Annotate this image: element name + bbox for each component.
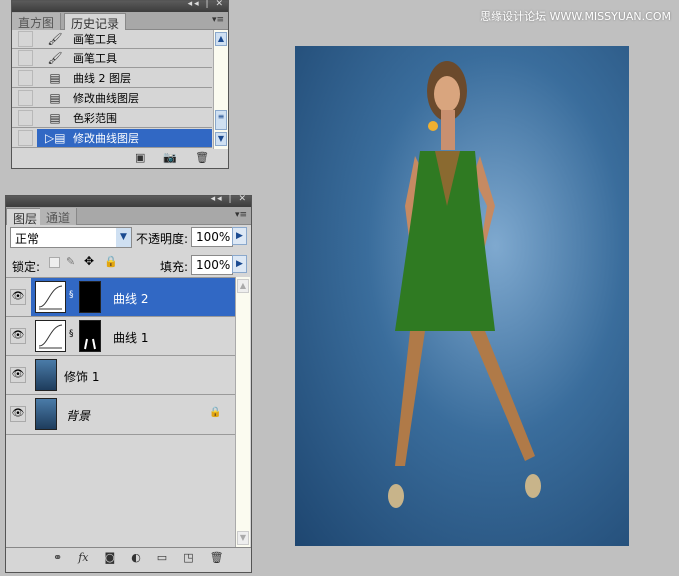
scroll-thumb[interactable]: ≡ [215, 110, 227, 130]
fx-icon[interactable]: fx [78, 551, 88, 564]
curves-thumbnail [35, 320, 66, 352]
layer-name[interactable]: 修饰 1 [64, 368, 99, 385]
collapse-close-icon[interactable]: ◂◂ | ✕ [211, 194, 248, 204]
watermark: 思缘设计论坛 WWW.MISSYUAN.COM [480, 10, 671, 23]
lock-label: 锁定: [12, 260, 41, 274]
tab-channels[interactable]: 通道 [40, 208, 78, 225]
history-item-label: 修改曲线图层 [73, 92, 139, 105]
scroll-up-button[interactable]: ▲ [237, 279, 249, 293]
snapshot-checkbox[interactable] [18, 50, 33, 66]
link-icon: § [69, 329, 74, 339]
history-item-label: 画笔工具 [73, 33, 117, 46]
panel-menu-icon[interactable]: ▾≡ [212, 15, 224, 25]
adjustment-layer-icon[interactable]: ◐ [131, 551, 141, 564]
snapshot-checkbox[interactable] [18, 110, 33, 126]
mask-thumbnail [79, 320, 101, 352]
history-item-label: 修改曲线图层 [73, 132, 139, 145]
scroll-down-button[interactable]: ▼ [237, 531, 249, 545]
snapshot-checkbox[interactable] [18, 31, 33, 47]
curves-thumbnail [35, 281, 66, 313]
layers-scrollbar[interactable]: ▲ ▼ [235, 277, 250, 547]
history-item[interactable]: 🖌 画笔工具 [12, 30, 212, 49]
scroll-down-button[interactable]: ▼ [215, 132, 227, 146]
snapshot-checkbox[interactable] [18, 130, 33, 146]
brush-icon: 🖌 [47, 32, 63, 46]
fill-label: 填充: [160, 260, 189, 274]
new-document-from-state-icon[interactable]: ▣ [135, 151, 145, 164]
history-state-icon: ▷▤ [45, 131, 66, 145]
layer-name[interactable]: 曲线 2 [113, 290, 148, 307]
panel-menu-icon[interactable]: ▾≡ [235, 210, 247, 220]
snapshot-checkbox[interactable] [18, 70, 33, 86]
visibility-eye-icon[interactable]: 👁 [10, 289, 26, 305]
new-group-icon[interactable]: ▭ [157, 551, 167, 564]
opacity-input[interactable]: 100% [191, 227, 233, 247]
history-state-icon: ▤ [49, 111, 61, 125]
canvas-photo[interactable] [295, 46, 629, 546]
history-item-label: 曲线 2 图层 [73, 72, 131, 85]
opacity-label: 不透明度: [136, 232, 189, 246]
blend-mode-value: 正常 [15, 232, 40, 246]
brush-icon: 🖌 [47, 51, 63, 65]
opacity-slider-button[interactable]: ▶ [232, 227, 247, 245]
visibility-eye-icon[interactable]: 👁 [10, 367, 26, 383]
layer-row[interactable]: 👁 背景 🔒 [6, 395, 235, 435]
layer-row-selected[interactable]: 👁 § 曲线 2 [6, 278, 235, 317]
chevron-down-icon: ▼ [116, 228, 131, 247]
scroll-up-button[interactable]: ▲ [215, 32, 227, 46]
history-scrollbar[interactable]: ▲ ≡ ▼ [213, 30, 228, 149]
tab-history[interactable]: 历史记录 [64, 13, 127, 31]
lock-icon: 🔒 [209, 407, 222, 418]
fill-input[interactable]: 100% [191, 255, 233, 275]
layer-thumbnail [35, 359, 57, 391]
panel-titlebar[interactable]: ◂◂ | ✕ [6, 194, 251, 207]
link-layers-icon[interactable]: ⚭ [53, 551, 62, 564]
lock-image-icon[interactable]: ✎ [66, 255, 75, 268]
lock-all-icon[interactable]: 🔒 [104, 255, 118, 268]
panel-titlebar[interactable]: ◂◂ | ✕ [12, 0, 228, 12]
history-item[interactable]: ▤ 修改曲线图层 [12, 89, 212, 108]
layer-row[interactable]: 👁 § 曲线 1 [6, 317, 235, 356]
history-state-icon: ▤ [49, 71, 61, 85]
add-mask-icon[interactable]: ◙ [105, 551, 116, 564]
layer-thumbnail [35, 398, 57, 430]
tab-histogram[interactable]: 直方图 [12, 13, 62, 30]
layer-name[interactable]: 曲线 1 [113, 329, 148, 346]
link-icon: § [69, 290, 74, 300]
new-layer-icon[interactable]: ◳ [183, 551, 193, 564]
layer-row[interactable]: 👁 修饰 1 [6, 356, 235, 395]
history-item-label: 色彩范围 [73, 112, 117, 125]
history-item[interactable]: ▤ 色彩范围 [12, 109, 212, 128]
trash-icon[interactable]: 🗑 [210, 551, 224, 564]
history-item[interactable]: 🖌 画笔工具 [12, 49, 212, 68]
visibility-eye-icon[interactable]: 👁 [10, 328, 26, 344]
history-panel: ◂◂ | ✕ 直方图 历史记录 ▾≡ 🖌 画笔工具 🖌 画笔工具 ▤ 曲线 2 图层 … [11, 0, 229, 169]
layer-name[interactable]: 背景 [66, 407, 90, 424]
fill-slider-button[interactable]: ▶ [232, 255, 247, 273]
blend-mode-select[interactable]: 正常 ▼ [10, 227, 132, 248]
collapse-close-icon[interactable]: ◂◂ | ✕ [188, 0, 225, 9]
new-snapshot-icon[interactable]: 📷 [163, 151, 177, 164]
history-item-label: 画笔工具 [73, 52, 117, 65]
model-figure [388, 61, 541, 508]
mask-thumbnail [79, 281, 101, 313]
history-item-selected[interactable]: ▷▤ 修改曲线图层 [12, 129, 212, 148]
snapshot-checkbox[interactable] [18, 90, 33, 106]
lock-transparency-icon[interactable] [49, 257, 60, 268]
visibility-eye-icon[interactable]: 👁 [10, 406, 26, 422]
history-item[interactable]: ▤ 曲线 2 图层 [12, 69, 212, 88]
layers-panel: ◂◂ | ✕ 图层 通道 ▾≡ 正常 ▼ 不透明度: 100% ▶ 锁定: ✎ ✥… [5, 194, 252, 573]
tab-layers[interactable]: 图层 [6, 208, 45, 226]
lock-position-icon[interactable]: ✥ [84, 254, 94, 268]
history-state-icon: ▤ [49, 91, 61, 105]
trash-icon[interactable]: 🗑 [195, 151, 209, 164]
